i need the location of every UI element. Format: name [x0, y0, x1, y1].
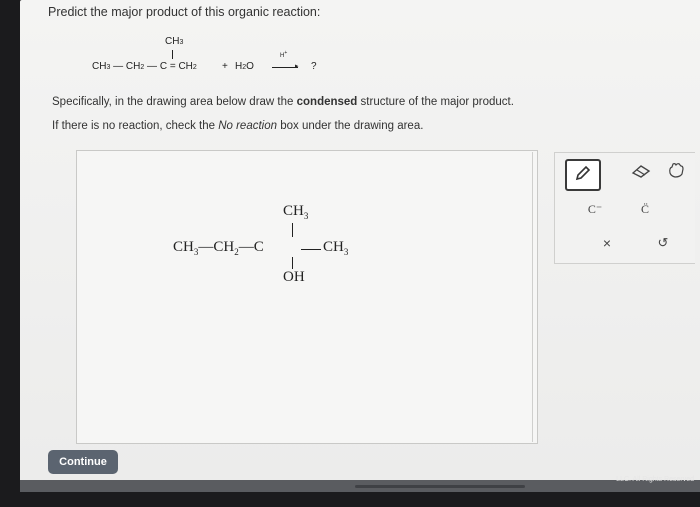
reactant-chain: CH3 — CH2 — C = CH2: [92, 61, 197, 72]
product-hydroxyl: OH: [283, 269, 305, 285]
carbene-button[interactable]: C̈: [633, 199, 657, 219]
eraser-icon: [630, 163, 652, 184]
carbanion-button[interactable]: C⁻: [583, 199, 607, 219]
pencil-tool-button[interactable]: [565, 159, 601, 191]
branch-methyl: CH3: [165, 36, 184, 47]
footer-line: [355, 485, 525, 488]
unknown-product: ?: [311, 61, 317, 72]
product-right-methyl: CH3: [323, 239, 349, 257]
water-reagent: H2O: [235, 61, 254, 72]
arrow-head: ▸: [295, 63, 299, 70]
instruction-line-1: Specifically, in the drawing area below …: [52, 96, 514, 108]
question-prompt: Predict the major product of this organi…: [48, 5, 321, 19]
clear-button[interactable]: ×: [595, 233, 619, 253]
product-top-bond: [292, 223, 293, 237]
product-right-bond: [301, 249, 321, 250]
plus-sign: +: [222, 61, 228, 72]
continue-button[interactable]: Continue: [48, 450, 118, 474]
drawing-toolbar: C⁻ C̈ × ↺: [554, 152, 695, 264]
branch-bond: [172, 50, 173, 59]
undo-button[interactable]: ↺: [651, 233, 675, 253]
acid-condition: H+: [280, 50, 288, 59]
question-page: Predict the major product of this organi…: [20, 0, 700, 480]
eraser-tool-button[interactable]: [629, 163, 653, 183]
product-main-chain: CH3—CH2—C: [173, 239, 264, 257]
hand-icon: [666, 161, 686, 184]
product-top-methyl: CH3: [283, 203, 309, 221]
hand-tool-button[interactable]: [663, 161, 689, 183]
pencil-icon: [574, 164, 592, 187]
copyright-text: LLC. All Rights Reserved: [616, 476, 694, 483]
drawing-area[interactable]: CH3 CH3—CH2—C CH3 OH: [76, 150, 538, 444]
instruction-line-2: If there is no reaction, check the No re…: [52, 120, 424, 132]
product-bottom-bond: [292, 257, 293, 269]
